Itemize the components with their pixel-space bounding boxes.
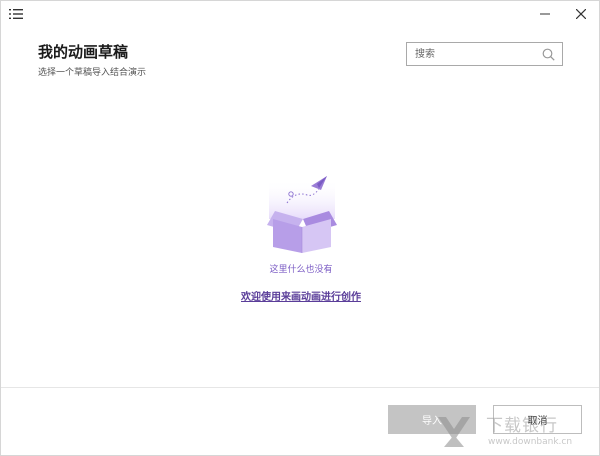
cancel-button[interactable]: 取消 [493,405,582,434]
minimize-button[interactable] [527,1,563,27]
close-icon [576,9,586,19]
search-box[interactable] [406,42,563,66]
minimize-icon [540,13,550,15]
page-subtitle: 选择一个草稿导入结合演示 [38,68,147,78]
title-bar [1,1,599,27]
list-menu-icon[interactable] [9,8,23,20]
empty-box-illustration [267,176,337,253]
empty-state-message: 这里什么也没有 [269,265,333,275]
import-button[interactable]: 导入 [388,405,476,434]
footer-divider [1,387,599,388]
import-draft-dialog: 我的动画草稿 选择一个草稿导入结合演示 这里什么也没有 欢迎使用来画动画进行创作 [0,0,600,456]
watermark-url: www.downbank.cn [488,437,573,447]
search-icon[interactable] [542,48,555,61]
close-button[interactable] [563,1,599,27]
page-title: 我的动画草稿 [38,43,129,61]
search-input[interactable] [415,46,535,62]
create-animation-link[interactable]: 欢迎使用来画动画进行创作 [1,288,600,303]
